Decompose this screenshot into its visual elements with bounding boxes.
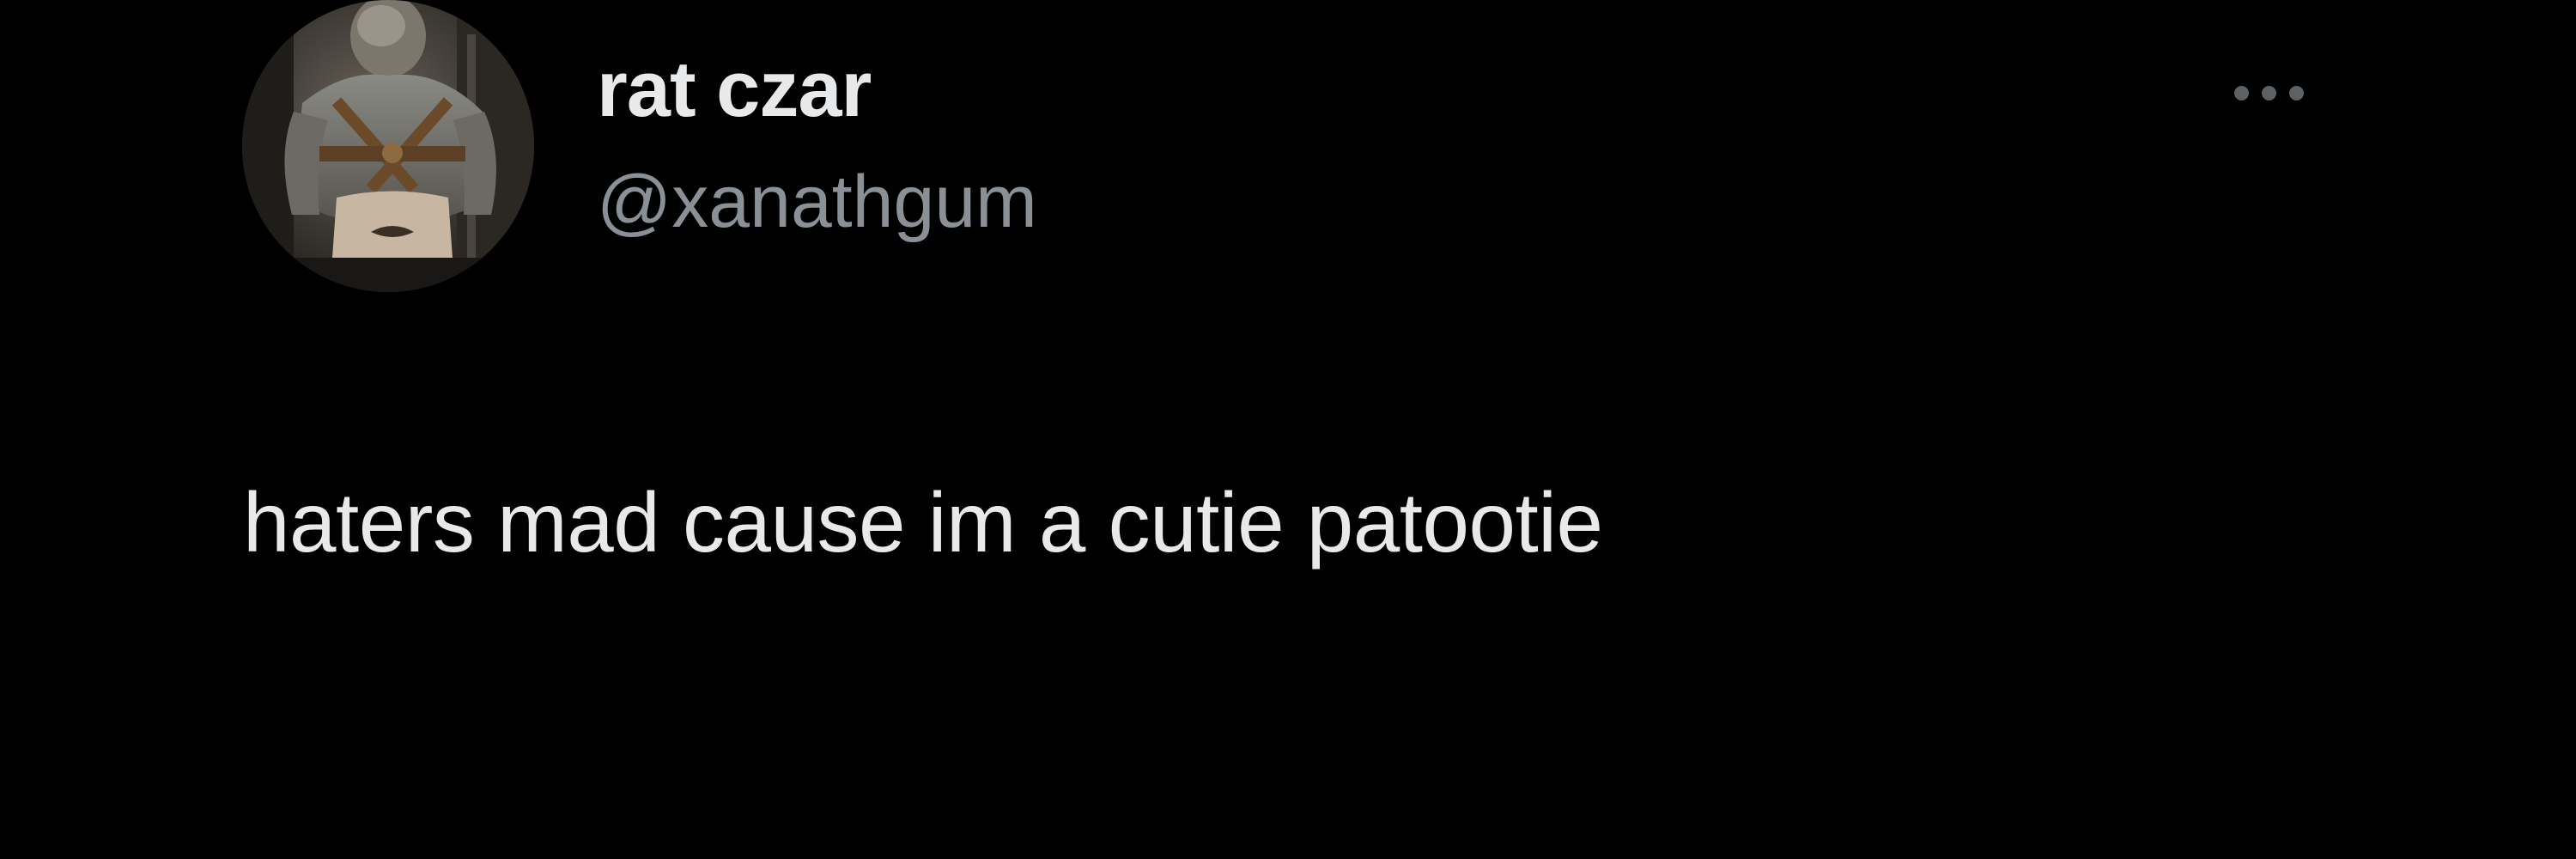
more-options-button[interactable] [2208, 69, 2329, 117]
avatar-photo [242, 0, 534, 292]
more-horizontal-icon [2233, 85, 2304, 101]
avatar[interactable] [242, 0, 534, 292]
author-handle[interactable]: @xanathgum [597, 160, 1037, 245]
author-display-name[interactable]: rat czar [597, 45, 872, 135]
tweet[interactable]: rat czar @xanathgum haters mad cause im … [0, 0, 2576, 859]
tweet-text: haters mad cause im a cutie patootie [243, 475, 1603, 570]
